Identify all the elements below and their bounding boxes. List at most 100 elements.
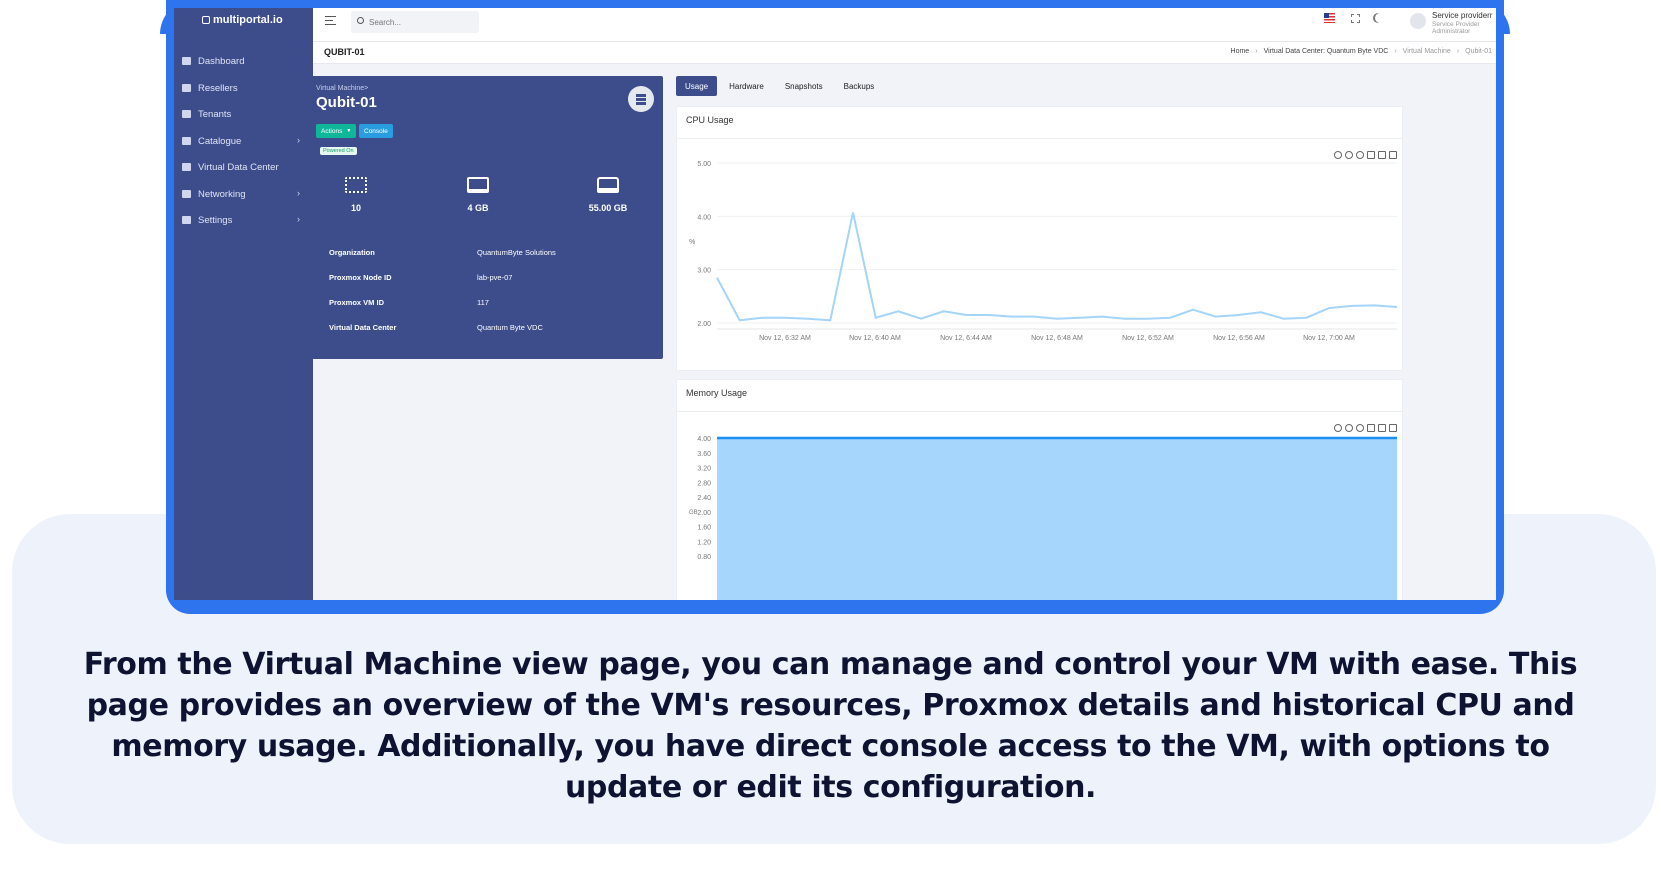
- resellers-icon: [182, 84, 191, 92]
- user-name[interactable]: Service providerr: [1432, 11, 1492, 20]
- actions-button[interactable]: Actions ▼: [316, 124, 357, 138]
- x-tick-label: Nov 12, 6:32 AM: [759, 335, 811, 342]
- sidebar-item-label: Catalogue: [198, 135, 242, 147]
- cpu-resource: 10: [316, 177, 396, 213]
- disk-resource: 55.00 GB: [568, 177, 648, 213]
- breadcrumb-vdc[interactable]: Virtual Data Center: Quantum Byte VDC: [1264, 48, 1389, 55]
- settings-icon: [182, 216, 191, 224]
- sidebar-item-label: Virtual Data Center: [198, 161, 279, 173]
- y-axis-label: %: [689, 239, 695, 246]
- y-tick-label: 4.00: [697, 214, 711, 221]
- page-title: QUBIT-01: [324, 47, 365, 57]
- sidebar-item-label: Settings: [198, 214, 233, 226]
- tab-usage[interactable]: Usage: [676, 76, 718, 96]
- avatar[interactable]: [1410, 13, 1426, 29]
- sidebar: multiportal.io Dashboard Resellers Tenants…: [174, 8, 313, 600]
- user-role: Service Provider Administrator: [1432, 21, 1480, 35]
- memory-size: 4 GB: [467, 203, 489, 213]
- sidebar-item[interactable]: Dashboard: [182, 52, 306, 70]
- detail-label: Organization: [329, 248, 375, 257]
- sidebar-item-label: Resellers: [198, 82, 238, 94]
- y-tick-label: 4.00: [697, 436, 711, 443]
- chevron-right-icon: ›: [297, 214, 300, 224]
- y-tick-label: 3.20: [697, 466, 711, 473]
- sidebar-item[interactable]: Tenants: [182, 105, 306, 123]
- y-tick-label: 2.00: [697, 321, 711, 328]
- brand-name: multiportal.io: [213, 14, 283, 26]
- cpu-series-line: [716, 212, 1398, 322]
- page-header: QUBIT-01 Home › Virtual Data Center: Quan…: [313, 42, 1496, 64]
- vm-summary-card: Virtual Machine> Qubit-01 Actions ▼ Cons…: [307, 76, 663, 359]
- status-badge: Powered On: [320, 147, 357, 155]
- actions-label: Actions: [321, 127, 343, 135]
- console-button[interactable]: Console: [359, 124, 393, 138]
- sidebar-item[interactable]: Resellers: [182, 79, 306, 97]
- detail-label: Virtual Data Center: [329, 323, 397, 332]
- breadcrumb-current: Qubit-01: [1465, 48, 1492, 55]
- cpu-chart: 5.00 4.00 3.00 2.00% Nov 12, 6:32 AM Nov 12, …: [689, 161, 1398, 342]
- tab-snapshots[interactable]: Snapshots: [776, 76, 832, 96]
- tenants-icon: [182, 110, 191, 118]
- y-axis-label: GB: [689, 510, 698, 516]
- y-tick-label: 3.60: [697, 451, 711, 458]
- sidebar-item[interactable]: Networking ›: [182, 185, 306, 203]
- dark-mode-icon[interactable]: [1375, 13, 1385, 23]
- sidebar-item-label: Networking: [198, 188, 246, 200]
- detail-label: Proxmox VM ID: [329, 298, 385, 307]
- memory-area: [717, 438, 1397, 600]
- detail-value: Quantum Byte VDC: [477, 323, 543, 332]
- search-icon: [357, 17, 364, 24]
- sidebar-item-label: Tenants: [198, 108, 232, 120]
- search-input[interactable]: [369, 14, 473, 30]
- vm-name: Qubit-01: [316, 94, 377, 111]
- menu-toggle-icon[interactable]: [325, 16, 336, 25]
- dashboard-icon: [182, 57, 191, 65]
- logo-icon: [202, 16, 210, 24]
- chevron-right-icon: ›: [297, 188, 300, 198]
- tab-hardware[interactable]: Hardware: [720, 76, 773, 96]
- x-tick-label: Nov 12, 6:52 AM: [1122, 335, 1174, 342]
- detail-value: QuantumByte Solutions: [477, 248, 556, 257]
- y-tick-label: 0.80: [697, 554, 711, 561]
- cpu-count: 10: [350, 203, 361, 213]
- app-screen: multiportal.io Dashboard Resellers Tenants…: [174, 8, 1496, 600]
- cpu-usage-panel: CPU Usage 5.00 4.00 3.00 2.00% Nov 12, 6:32 …: [676, 106, 1403, 371]
- caret-down-icon: ▼: [346, 128, 352, 134]
- detail-value: lab-pve-07: [477, 273, 513, 282]
- y-tick-label: 2.40: [697, 495, 711, 502]
- x-tick-label: Nov 12, 6:40 AM: [849, 335, 901, 342]
- sidebar-item[interactable]: Settings ›: [182, 211, 306, 229]
- networking-icon: [182, 190, 191, 198]
- y-tick-label: 2.00: [697, 510, 711, 517]
- sidebar-item-label: Dashboard: [198, 55, 245, 67]
- search-box[interactable]: [351, 11, 479, 33]
- disk-icon: [597, 177, 619, 193]
- y-tick-label: 1.20: [697, 539, 711, 546]
- vm-menu-icon[interactable]: [628, 86, 654, 112]
- x-tick-label: Nov 12, 6:56 AM: [1213, 335, 1265, 342]
- topbar: Service providerr Service Provider Admin…: [313, 8, 1496, 42]
- y-tick-label: 5.00: [697, 161, 711, 168]
- breadcrumb-home[interactable]: Home: [1231, 48, 1250, 55]
- memory-resource: 4 GB: [438, 177, 518, 213]
- disk-size: 55.00 GB: [588, 203, 628, 213]
- language-flag-icon[interactable]: [1324, 13, 1335, 23]
- y-tick-label: 3.00: [697, 268, 711, 275]
- sidebar-item[interactable]: Catalogue ›: [182, 132, 306, 150]
- sidebar-item[interactable]: Virtual Data Center: [182, 158, 306, 176]
- catalogue-icon: [182, 137, 191, 145]
- memory-icon: [467, 177, 489, 193]
- tab-backups[interactable]: Backups: [835, 76, 884, 96]
- y-tick-label: 2.80: [697, 480, 711, 487]
- breadcrumb: Home › Virtual Data Center: Quantum Byte …: [1230, 48, 1492, 55]
- brand-logo[interactable]: multiportal.io: [202, 14, 283, 26]
- x-tick-label: Nov 12, 6:48 AM: [1031, 335, 1083, 342]
- cpu-icon: [345, 177, 367, 193]
- memory-usage-panel: Memory Usage 4.00 3.60 3.20 2.80 2.40 2.00 1.6…: [676, 379, 1403, 600]
- caption-text: From the Virtual Machine view page, you …: [83, 647, 1578, 805]
- vm-subtitle[interactable]: Virtual Machine>: [316, 85, 368, 92]
- x-tick-label: Nov 12, 7:00 AM: [1303, 335, 1355, 342]
- fullscreen-icon[interactable]: [1351, 14, 1360, 23]
- detail-value: 117: [477, 298, 489, 307]
- breadcrumb-vm[interactable]: Virtual Machine: [1403, 48, 1451, 55]
